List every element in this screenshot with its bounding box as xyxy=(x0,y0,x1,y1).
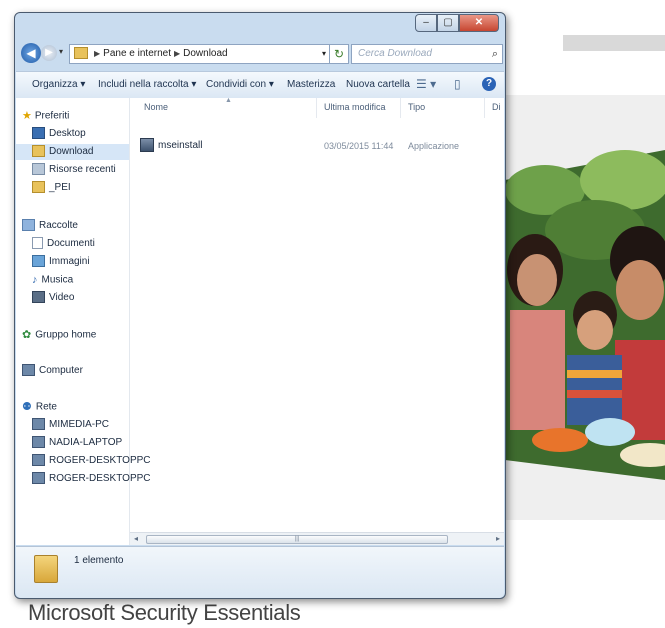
sidebar-homegroup[interactable]: ✿ Gruppo home xyxy=(22,327,96,343)
computer-icon xyxy=(22,364,35,377)
address-dropdown-icon[interactable]: ▾ xyxy=(322,45,326,63)
sidebar-item-download[interactable]: Download xyxy=(16,144,129,160)
star-icon: ★ xyxy=(22,110,32,122)
folder-icon xyxy=(32,181,45,194)
include-in-library-menu[interactable]: Includi nella raccolta ▾ xyxy=(98,79,196,90)
folder-icon xyxy=(34,555,58,583)
item-count: 1 elemento xyxy=(74,555,124,566)
library-icon xyxy=(22,219,35,232)
folder-icon xyxy=(32,145,45,158)
column-separator[interactable] xyxy=(316,98,317,118)
file-name: mseinstall xyxy=(158,140,203,151)
share-with-menu[interactable]: Condividi con ▾ xyxy=(206,79,274,90)
sidebar-network[interactable]: ⚉ Rete xyxy=(22,399,57,415)
recent-places-icon xyxy=(32,163,45,176)
column-separator[interactable] xyxy=(400,98,401,118)
breadcrumb-pane-internet[interactable]: Pane e internet xyxy=(103,48,171,59)
homegroup-icon: ✿ xyxy=(22,329,32,341)
organize-menu[interactable]: Organizza ▾ xyxy=(32,79,85,90)
explorer-window: – ▢ ✕ ◀ ▶ ▾ ▶ Pane e internet ▶ Download ▾ … xyxy=(14,12,506,599)
computer-icon xyxy=(32,472,45,485)
history-dropdown-icon[interactable]: ▾ xyxy=(59,47,63,56)
sidebar-item-documents[interactable]: Documenti xyxy=(32,236,95,252)
sidebar-item-music[interactable]: ♪ Musica xyxy=(32,272,73,288)
background-header-bar xyxy=(563,35,665,51)
table-row[interactable]: mseinstall xyxy=(140,138,202,154)
navigation-pane: ★ Preferiti Desktop Download Risorse rece… xyxy=(16,98,151,545)
document-icon xyxy=(32,237,43,250)
music-note-icon: ♪ xyxy=(32,274,38,286)
window-controls: – ▢ ✕ xyxy=(415,14,499,32)
family-photo xyxy=(505,150,665,480)
command-bar: Organizza ▾ Includi nella raccolta ▾ Con… xyxy=(16,71,504,99)
sidebar-item-network-pc[interactable]: NADIA-LAPTOP xyxy=(32,435,122,451)
refresh-icon[interactable]: ↻ xyxy=(329,44,349,64)
minimize-button[interactable]: – xyxy=(415,14,437,32)
preview-pane-icon[interactable]: ▯ xyxy=(454,77,461,91)
scroll-left-icon[interactable]: ◂ xyxy=(134,534,138,543)
desktop-icon xyxy=(32,127,45,140)
column-header-modified[interactable]: Ultima modifica xyxy=(324,102,386,112)
sidebar-item-video[interactable]: Video xyxy=(32,290,74,306)
sidebar-favorites[interactable]: ★ Preferiti xyxy=(22,108,69,124)
computer-icon xyxy=(32,454,45,467)
folder-icon xyxy=(74,47,88,60)
sort-arrow-icon: ▲ xyxy=(225,97,232,104)
chevron-right-icon: ▶ xyxy=(173,49,181,58)
network-icon: ⚉ xyxy=(22,401,32,413)
search-input[interactable]: Cerca Download ⌕ xyxy=(351,44,503,64)
scroll-right-icon[interactable]: ▸ xyxy=(496,534,500,543)
file-type: Applicazione xyxy=(408,141,460,151)
computer-icon xyxy=(32,436,45,449)
sidebar-computer[interactable]: Computer xyxy=(22,363,83,379)
column-header-size[interactable]: Di xyxy=(492,102,501,112)
help-icon[interactable]: ? xyxy=(482,77,496,91)
sidebar-item-desktop[interactable]: Desktop xyxy=(32,126,86,142)
breadcrumb-download[interactable]: Download xyxy=(183,48,227,59)
new-folder-button[interactable]: Nuova cartella xyxy=(346,79,410,90)
address-bar[interactable]: ▶ Pane e internet ▶ Download ▾ xyxy=(69,44,331,64)
application-icon xyxy=(140,138,154,153)
title-bar[interactable]: – ▢ ✕ xyxy=(15,13,505,41)
back-arrow-icon[interactable]: ◀ xyxy=(21,43,41,63)
search-icon: ⌕ xyxy=(491,48,498,60)
burn-button[interactable]: Masterizza xyxy=(287,79,335,90)
background-footer-title: Microsoft Security Essentials xyxy=(28,600,301,625)
maximize-button[interactable]: ▢ xyxy=(437,14,459,32)
computer-icon xyxy=(32,418,45,431)
window-body: ★ Preferiti Desktop Download Risorse rece… xyxy=(16,97,504,545)
video-icon xyxy=(32,291,45,304)
column-header-name[interactable]: Nome xyxy=(144,102,168,112)
horizontal-scrollbar[interactable]: ◂ ||| ▸ xyxy=(130,532,504,545)
chevron-right-icon: ▶ xyxy=(94,49,101,58)
column-header-type[interactable]: Tipo xyxy=(408,102,425,112)
sidebar-libraries[interactable]: Raccolte xyxy=(22,218,78,234)
file-list: ▲ Nome Ultima modifica Tipo Di mseinstal… xyxy=(130,97,504,545)
sidebar-item-images[interactable]: Immagini xyxy=(32,254,90,270)
navigation-row: ◀ ▶ ▾ ▶ Pane e internet ▶ Download ▾ ↻ Cerc… xyxy=(21,43,503,65)
image-icon xyxy=(32,255,45,268)
details-pane: 1 elemento xyxy=(16,546,504,598)
sidebar-item-network-pc[interactable]: MIMEDIA-PC xyxy=(32,417,109,433)
forward-arrow-icon[interactable]: ▶ xyxy=(41,45,57,61)
view-options-icon[interactable]: ☰ ▾ xyxy=(416,77,436,91)
file-modified: 03/05/2015 11:44 xyxy=(324,141,394,151)
sidebar-item-recent[interactable]: Risorse recenti xyxy=(32,162,116,178)
sidebar-item-pei[interactable]: _PEI xyxy=(32,180,71,196)
scrollbar-thumb[interactable]: ||| xyxy=(146,535,448,544)
close-button[interactable]: ✕ xyxy=(459,14,499,32)
search-placeholder: Cerca Download xyxy=(358,48,432,59)
column-separator[interactable] xyxy=(484,98,485,118)
